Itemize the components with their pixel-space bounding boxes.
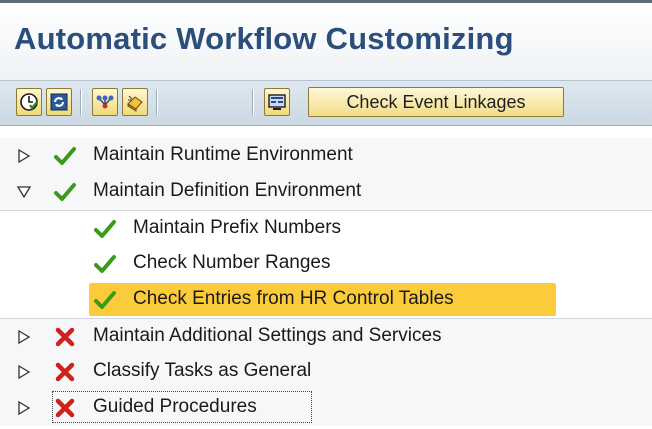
- error-cross-icon: [55, 327, 75, 347]
- toolbar-separator: [156, 89, 158, 115]
- error-cross-icon: [55, 398, 75, 418]
- checkmark-icon: [54, 183, 76, 201]
- expand-arrow-icon[interactable]: [16, 148, 32, 164]
- expand-arrow-icon[interactable]: [16, 364, 32, 380]
- title-bar: Automatic Workflow Customizing: [0, 0, 652, 83]
- checkmark-icon: [94, 255, 116, 273]
- error-cross-icon: [55, 362, 75, 382]
- eraser-icon: [127, 95, 143, 112]
- tree-item-maintain-prefix-numbers[interactable]: Maintain Prefix Numbers: [0, 210, 652, 246]
- collapse-arrow-icon[interactable]: [16, 184, 32, 200]
- page-title: Automatic Workflow Customizing: [14, 21, 514, 56]
- tree-item-maintain-definition-environment[interactable]: Maintain Definition Environment: [0, 174, 652, 210]
- tree-item-guided-procedures[interactable]: Guided Procedures: [0, 390, 652, 426]
- checkmark-icon: [94, 291, 116, 309]
- tree-item-label: Check Entries from HR Control Tables: [133, 288, 454, 309]
- tree-item-classify-tasks-as-general[interactable]: Classify Tasks as General: [0, 354, 652, 390]
- display-icon: [268, 94, 286, 110]
- expand-arrow-icon[interactable]: [16, 400, 32, 416]
- tree-item-label: Maintain Additional Settings and Service…: [93, 325, 442, 346]
- checkmark-icon: [94, 220, 116, 238]
- toolbar-separator: [80, 89, 82, 115]
- refresh-icon: [50, 93, 68, 111]
- expand-arrow-icon[interactable]: [16, 329, 32, 345]
- checkmark-icon: [54, 147, 76, 165]
- tree-item-label: Guided Procedures: [93, 396, 257, 417]
- tree-item-maintain-runtime-environment[interactable]: Maintain Runtime Environment: [0, 138, 652, 174]
- tree-item-check-entries-hr-control-tables[interactable]: Check Entries from HR Control Tables: [0, 282, 652, 318]
- tree-item-label: Check Number Ranges: [133, 252, 331, 273]
- toolbar: Check Event Linkages: [0, 80, 652, 126]
- activate-icon: [20, 93, 38, 111]
- tree-item-maintain-additional-settings[interactable]: Maintain Additional Settings and Service…: [0, 318, 652, 354]
- tree-item-check-number-ranges[interactable]: Check Number Ranges: [0, 246, 652, 282]
- toolbar-separator: [252, 89, 254, 115]
- check-event-linkages-button[interactable]: Check Event Linkages: [308, 87, 564, 117]
- tree-item-label: Maintain Runtime Environment: [93, 144, 353, 165]
- display-button[interactable]: [264, 88, 290, 116]
- tree-item-label: Classify Tasks as General: [93, 360, 312, 381]
- network-icon: [96, 95, 114, 109]
- activate-button[interactable]: [16, 88, 42, 116]
- eraser-button[interactable]: [122, 88, 148, 116]
- tree-item-label: Maintain Prefix Numbers: [133, 217, 342, 238]
- tree-item-label: Maintain Definition Environment: [93, 180, 362, 201]
- refresh-button[interactable]: [46, 88, 72, 116]
- network-button[interactable]: [92, 88, 118, 116]
